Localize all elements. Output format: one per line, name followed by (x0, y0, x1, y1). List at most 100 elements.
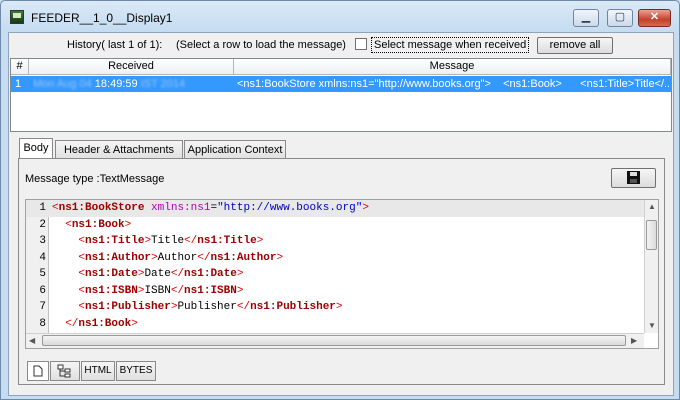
code-text: <ns1:Author>Author</ns1:Author> (52, 250, 283, 267)
code-line[interactable]: 2 <ns1:Book> (26, 217, 644, 234)
horizontal-scroll-thumb[interactable] (42, 335, 626, 346)
code-text: <ns1:BookStore xmlns:ns1="http://www.boo… (52, 200, 369, 217)
line-number: 6 (39, 284, 46, 297)
received-time: 18:49:59 (94, 78, 138, 90)
history-label: History( last 1 of 1): (67, 39, 163, 51)
close-tag-name: ns1:Book (78, 317, 132, 330)
bracket: </ (184, 235, 198, 247)
code-line[interactable]: 3 <ns1:Title>Title</ns1:Title> (26, 233, 644, 250)
close-tag-name: ns1:Author (210, 251, 277, 264)
open-tag-name: ns1:Date (85, 268, 138, 280)
bracket: > (124, 218, 132, 231)
vertical-scrollbar[interactable]: ▲ ▼ (644, 200, 658, 333)
vertical-scroll-thumb[interactable] (646, 220, 657, 250)
open-tag-name: ns1:Title (85, 235, 145, 247)
line-number: 3 (39, 235, 46, 247)
select-on-receive-label[interactable]: Select message when received (371, 37, 530, 53)
history-table: # Received Message 1 Mon Aug 04 18:49:59… (10, 58, 672, 132)
view-text-tab[interactable] (27, 361, 49, 381)
close-tag-name: ns1:Title (197, 235, 257, 247)
bracket: > (236, 284, 244, 297)
window-title: FEEDER__1_0__Display1 (31, 11, 173, 25)
bracket: > (151, 251, 158, 264)
horizontal-scrollbar[interactable]: ◀ ▶ (26, 333, 644, 348)
title-bar[interactable]: FEEDER__1_0__Display1 ▁ ▢ ✕ (1, 1, 679, 31)
scroll-left-icon[interactable]: ◀ (29, 336, 35, 345)
code-text: </ns1:Book> (52, 316, 138, 333)
line-number: 2 (39, 218, 46, 231)
remove-all-button[interactable]: remove all (537, 37, 613, 54)
attribute-name: xmlns:ns1 (151, 202, 211, 214)
client-area: History( last 1 of 1): (Select a row to … (8, 32, 674, 396)
close-tag-name: ns1:ISBN (184, 284, 237, 297)
bracket: </ (65, 317, 79, 330)
tab-header-attachments[interactable]: Header & Attachments (55, 140, 183, 159)
open-tag-name: ns1:Book (71, 218, 125, 231)
line-number: 7 (39, 301, 46, 313)
app-window: FEEDER__1_0__Display1 ▁ ▢ ✕ History( las… (0, 0, 680, 400)
scroll-right-icon[interactable]: ▶ (631, 336, 637, 345)
bracket: </ (197, 251, 211, 264)
element-text: ISBN (144, 284, 171, 297)
redacted-date: Mon Aug 04 (33, 78, 92, 90)
save-button[interactable] (611, 168, 656, 188)
view-tree-tab[interactable] (50, 361, 80, 381)
xml-editor[interactable]: 1 <ns1:BookStore xmlns:ns1="http://www.bo… (25, 199, 659, 349)
code-text: <ns1:Title>Title</ns1:Title> (52, 233, 263, 250)
code-text: <ns1:Date>Date</ns1:Date> (52, 266, 243, 283)
history-bar: History( last 1 of 1): (Select a row to … (9, 33, 673, 57)
close-tag-name: ns1:Publisher (250, 301, 336, 313)
page-icon (33, 365, 43, 377)
code-line[interactable]: 1 <ns1:BookStore xmlns:ns1="http://www.bo… (26, 200, 644, 217)
code-text: <ns1:Publisher>Publisher</ns1:Publisher> (52, 299, 342, 316)
line-number: 4 (39, 251, 46, 264)
open-tag-name: ns1:Author (85, 251, 152, 264)
line-number: 1 (39, 202, 46, 214)
scroll-up-icon[interactable]: ▲ (648, 202, 656, 211)
app-icon (10, 10, 24, 24)
row-message: <ns1:BookStore xmlns:ns1="http://www.boo… (237, 78, 669, 90)
bracket: < (52, 202, 59, 214)
view-bytes-tab[interactable]: BYTES (116, 361, 156, 381)
row-num: 1 (15, 78, 22, 90)
message-type-label: Message type :TextMessage (25, 173, 165, 185)
minimize-button[interactable]: ▁ (573, 9, 599, 27)
bracket: > (362, 202, 369, 214)
column-header-message[interactable]: Message (234, 59, 671, 75)
code-line[interactable]: 4 <ns1:Author>Author</ns1:Author> (26, 250, 644, 267)
open-tag-name: ns1:BookStore (58, 202, 145, 214)
row-received: Mon Aug 04 18:49:59 IST 2014 (33, 76, 233, 92)
tab-application-context[interactable]: Application Context (184, 140, 286, 159)
code-line[interactable]: 5 <ns1:Date>Date</ns1:Date> (26, 266, 644, 283)
line-number: 8 (39, 317, 46, 330)
code-line[interactable]: 7 <ns1:Publisher>Publisher</ns1:Publishe… (26, 299, 644, 316)
code-line[interactable]: 6 <ns1:ISBN>ISBN</ns1:ISBN> (26, 283, 644, 300)
history-hint: (Select a row to load the message) (176, 39, 346, 51)
column-header-received[interactable]: Received (29, 59, 234, 75)
maximize-button[interactable]: ▢ (607, 9, 633, 27)
bracket: > (236, 268, 244, 280)
select-on-receive-checkbox[interactable] (355, 38, 367, 50)
body-panel: Message type :TextMessage 1 <ns1:BookStor… (18, 158, 665, 385)
close-button[interactable]: ✕ (638, 9, 671, 27)
table-row[interactable]: 1 Mon Aug 04 18:49:59 IST 2014 <ns1:Book… (11, 76, 671, 92)
bracket: < (65, 218, 72, 231)
open-tag-name: ns1:Publisher (85, 301, 171, 313)
scroll-down-icon[interactable]: ▼ (648, 321, 656, 330)
view-html-tab[interactable]: HTML (81, 361, 115, 381)
code-text: <ns1:Book> (52, 217, 131, 234)
code-line[interactable]: 8 </ns1:Book> (26, 316, 644, 333)
bracket: </ (236, 301, 251, 313)
tab-body[interactable]: Body (19, 138, 53, 159)
bracket: </ (170, 284, 185, 297)
code-text: <ns1:ISBN>ISBN</ns1:ISBN> (52, 283, 243, 300)
attribute-value: "http://www.books.org" (217, 202, 363, 214)
column-header-num[interactable]: # (11, 59, 29, 75)
redacted-zone: IST 2014 (140, 78, 186, 90)
line-number: 5 (39, 268, 46, 280)
bracket: > (276, 251, 284, 264)
